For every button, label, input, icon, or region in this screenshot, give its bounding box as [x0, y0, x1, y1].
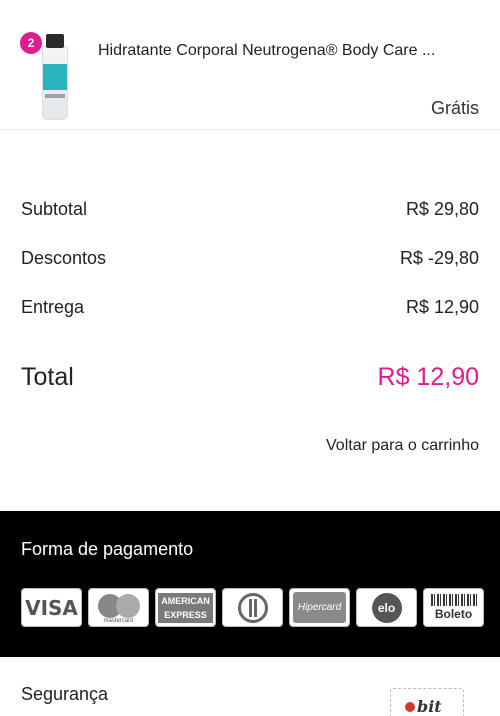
diners-logo — [237, 592, 268, 623]
bottle-label-stripe — [45, 94, 65, 98]
payment-cards: VISA mastercard AMERICAN EXPRESS Hiperca… — [21, 588, 484, 627]
delivery-row: Entrega R$ 12,90 — [21, 297, 479, 318]
ebit-badge[interactable]: bit — [390, 688, 464, 716]
subtotal-label: Subtotal — [21, 199, 88, 219]
amex-line2: EXPRESS — [164, 609, 207, 620]
discount-row: Descontos R$ -29,80 — [21, 248, 479, 269]
boleto-card: Boleto — [423, 588, 484, 627]
hipercard-card: Hipercard — [289, 588, 350, 627]
mastercard-text: mastercard — [103, 618, 134, 624]
total-label: Total — [21, 363, 74, 391]
diners-card — [222, 588, 283, 627]
ebit-text: bit — [417, 697, 442, 716]
delivery-label: Entrega — [21, 297, 85, 317]
payment-title: Forma de pagamento — [21, 539, 194, 559]
payment-section: Forma de pagamento VISA mastercard AMERI… — [0, 511, 500, 657]
mastercard-right-circle — [116, 594, 140, 618]
bottle-cap — [46, 34, 64, 48]
total-row: Total R$ 12,90 — [21, 363, 479, 392]
back-to-cart-link[interactable]: Voltar para o carrinho — [326, 437, 479, 455]
security-title: Segurança — [21, 684, 109, 704]
subtotal-value: R$ 29,80 — [405, 199, 479, 219]
visa-logo: VISA — [25, 595, 78, 620]
discount-value: R$ -29,80 — [399, 248, 479, 268]
barcode-icon — [430, 594, 477, 606]
product-price: Grátis — [430, 98, 479, 118]
amex-card: AMERICAN EXPRESS — [155, 588, 216, 627]
elo-logo: elo — [371, 592, 402, 623]
top-strip — [0, 0, 500, 10]
cart-item[interactable]: 2 Hidratante Corporal Neutrogena® Body C… — [0, 18, 500, 130]
boleto-logo: Boleto — [430, 594, 477, 621]
bottle-label — [43, 64, 67, 90]
elo-card: elo — [356, 588, 417, 627]
amex-logo: AMERICAN EXPRESS — [158, 592, 213, 623]
product-thumbnail[interactable] — [36, 34, 76, 122]
discount-label: Descontos — [21, 248, 107, 268]
visa-card: VISA — [21, 588, 82, 627]
boleto-text: Boleto — [434, 607, 473, 621]
delivery-value: R$ 12,90 — [405, 297, 479, 317]
hipercard-logo: Hipercard — [293, 592, 346, 623]
ebit-dot-icon — [405, 702, 415, 712]
diners-inner — [248, 598, 257, 617]
total-value: R$ 12,90 — [377, 363, 479, 391]
amex-line1: AMERICAN — [161, 595, 210, 606]
subtotal-row: Subtotal R$ 29,80 — [21, 199, 479, 220]
product-name[interactable]: Hidratante Corporal Neutrogena® Body Car… — [98, 42, 458, 60]
mastercard-card: mastercard — [88, 588, 149, 627]
quantity-badge: 2 — [20, 32, 42, 54]
